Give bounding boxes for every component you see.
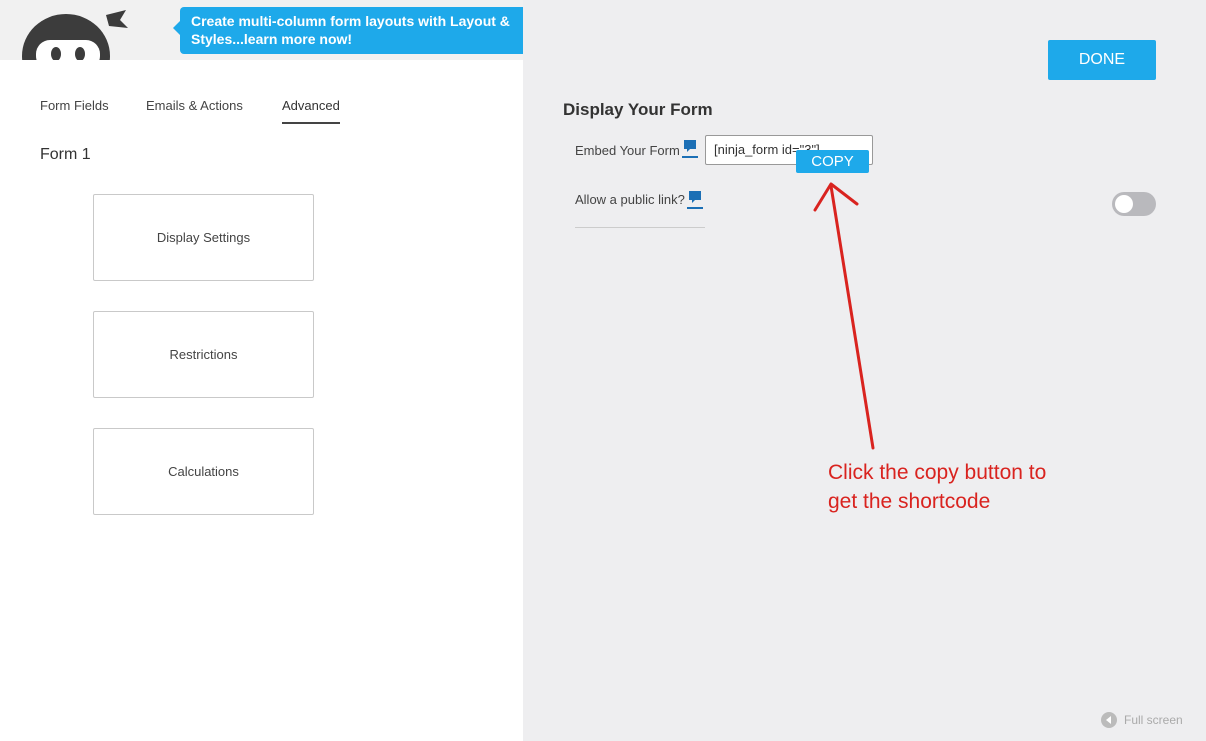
tab-emails-actions[interactable]: Emails & Actions [146, 98, 243, 124]
promo-banner[interactable]: Create multi-column form layouts with La… [173, 7, 523, 54]
done-button[interactable]: DONE [1048, 40, 1156, 80]
fullscreen-label: Full screen [1124, 713, 1183, 727]
annotation-line-2: get the shortcode [828, 490, 991, 513]
tab-advanced[interactable]: Advanced [282, 98, 340, 124]
annotation-text: Click the copy button to get the shortco… [828, 458, 1046, 516]
settings-panel: DONE Display Your Form Embed Your Form [… [523, 0, 1206, 741]
public-link-toggle[interactable] [1112, 192, 1156, 216]
copy-button[interactable]: COPY [796, 150, 869, 173]
display-settings-card[interactable]: Display Settings [93, 194, 314, 281]
toggle-knob [1115, 195, 1133, 213]
section-title: Display Your Form [563, 100, 713, 119]
calculations-card[interactable]: Calculations [93, 428, 314, 515]
annotation-line-1: Click the copy button to [828, 461, 1047, 484]
speech-bubble-icon[interactable] [687, 190, 703, 209]
fullscreen-button[interactable]: Full screen [1101, 712, 1183, 728]
top-bar: Create multi-column form layouts with La… [0, 0, 523, 60]
tab-form-fields[interactable]: Form Fields [40, 98, 109, 124]
public-link-label: Allow a public link? [575, 192, 685, 207]
ninja-mascot-icon [14, 6, 134, 60]
promo-line-2: Styles...learn more now! [191, 31, 353, 47]
speech-bubble-icon[interactable] [682, 139, 698, 158]
promo-line-1: Create multi-column form layouts with La… [191, 13, 510, 29]
circle-arrow-left-icon [1101, 712, 1117, 728]
row-divider [575, 227, 705, 228]
builder-sidebar: Create multi-column form layouts with La… [0, 0, 523, 741]
embed-form-label: Embed Your Form [575, 143, 680, 158]
annotation-arrow [813, 182, 875, 450]
form-title: Form 1 [40, 146, 91, 163]
restrictions-card[interactable]: Restrictions [93, 311, 314, 398]
